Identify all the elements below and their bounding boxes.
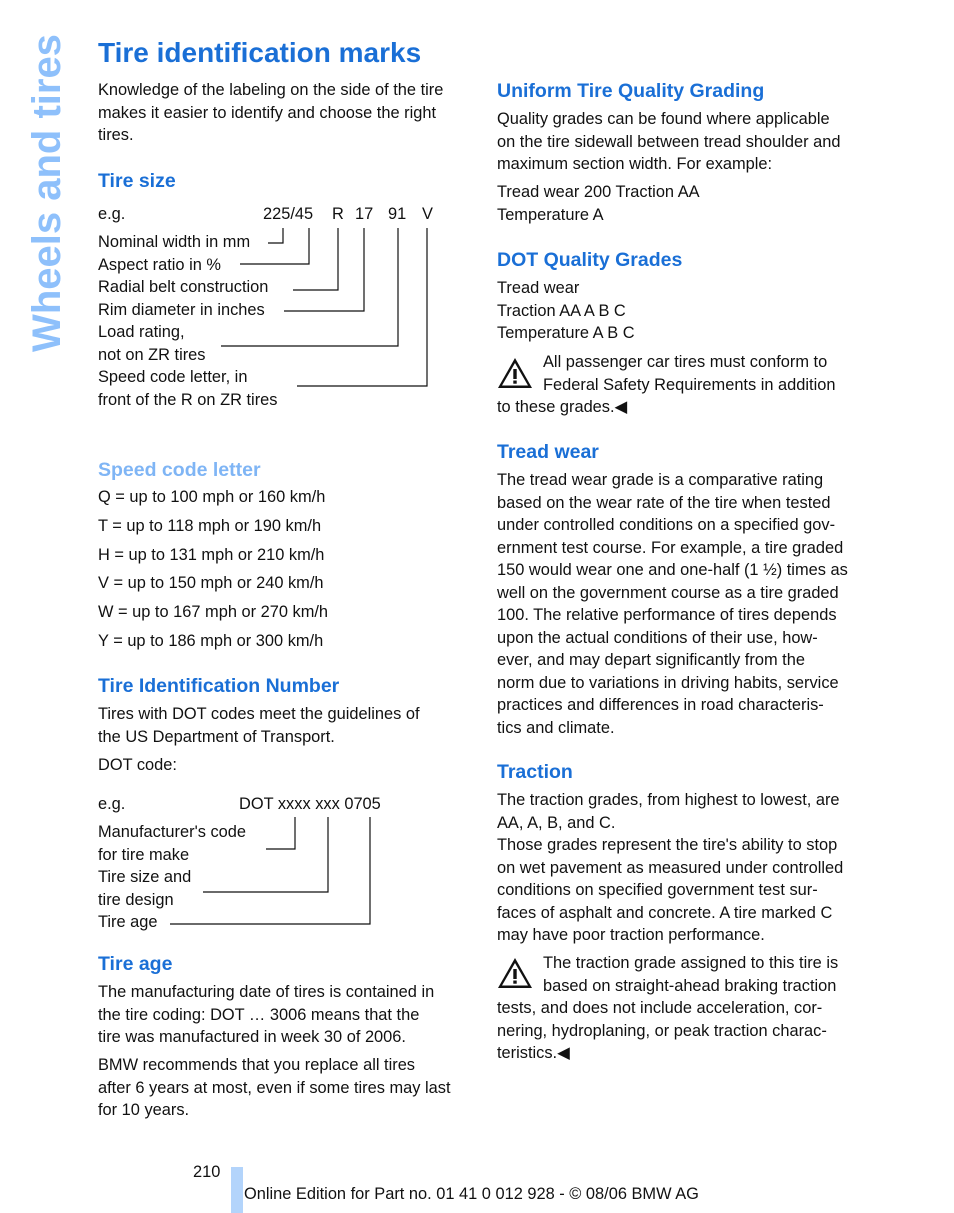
traction-heading: Traction bbox=[497, 761, 573, 783]
text-line: Temperature A bbox=[497, 205, 604, 224]
text-line: practices and differences in road charac… bbox=[497, 696, 824, 714]
text-line: All passenger car tires must conform to bbox=[543, 353, 828, 371]
leader-size-design bbox=[203, 817, 329, 893]
dot-grades-warning: All passenger car tires must conform to … bbox=[543, 351, 835, 396]
warning-icon bbox=[497, 956, 533, 990]
text-line: teristics.◀ bbox=[497, 1044, 570, 1062]
text-line: upon the actual conditions of their use,… bbox=[497, 628, 818, 647]
utqg-heading: Uniform Tire Quality Grading bbox=[497, 80, 765, 102]
traction-paragraph: The traction grades, from highest to low… bbox=[497, 789, 843, 947]
text-line: Tread wear bbox=[497, 279, 580, 297]
leader-nominal-width bbox=[268, 228, 284, 244]
text-line: 100. The relative performance of tires d… bbox=[497, 606, 837, 624]
text-line: based on the wear rate of the tire when … bbox=[497, 493, 831, 512]
text-line: tics and climate. bbox=[497, 718, 615, 737]
footer-accent-bar bbox=[231, 1167, 243, 1213]
text-line: Those grades represent the tire's abilit… bbox=[497, 836, 838, 854]
leader-manufacturer bbox=[266, 817, 296, 850]
text-line: Traction AA A B C bbox=[497, 301, 626, 320]
dot-grades-list: Tread wear Traction AA A B C Temperature… bbox=[497, 277, 635, 345]
text-line: ever, and may depart significantly from … bbox=[497, 651, 805, 669]
text-line: norm due to variations in driving habits… bbox=[497, 673, 839, 692]
text-line: may have poor traction performance. bbox=[497, 926, 765, 944]
text-line: The traction grade assigned to this tire… bbox=[543, 954, 839, 972]
text-line: well on the government course as a tire … bbox=[497, 583, 839, 602]
text-line: tests, and does not include acceleration… bbox=[497, 999, 823, 1017]
text-line: under controlled conditions on a specifi… bbox=[497, 516, 836, 534]
text-line: Federal Safety Requirements in addition bbox=[543, 375, 836, 394]
traction-warning: The traction grade assigned to this tire… bbox=[543, 952, 838, 997]
utqg-paragraph-2: Tread wear 200 Traction AA Temperature A bbox=[497, 181, 700, 226]
page-number: 210 bbox=[193, 1163, 221, 1181]
warning-icon bbox=[497, 356, 533, 390]
text-line: faces of asphalt and concrete. A tire ma… bbox=[497, 903, 833, 922]
dot-grades-heading: DOT Quality Grades bbox=[497, 249, 683, 271]
text-line: 150 would wear one and one-half (1 ½) ti… bbox=[497, 561, 848, 579]
text-line: conditions on specified government test … bbox=[497, 881, 818, 899]
text-line: AA, A, B, and C. bbox=[497, 813, 616, 832]
text-line: maximum section width. For example: bbox=[497, 155, 773, 173]
leader-aspect-ratio bbox=[240, 228, 310, 265]
leader-rim bbox=[284, 228, 365, 312]
text-line: on wet pavement as measured under contro… bbox=[497, 858, 844, 877]
text-line: Tread wear 200 Traction AA bbox=[497, 183, 700, 201]
leader-speed bbox=[297, 228, 428, 387]
leader-radial bbox=[293, 228, 339, 291]
text-line: ernment test course. For example, a tire… bbox=[497, 538, 844, 557]
text-line: The traction grades, from highest to low… bbox=[497, 791, 840, 809]
text-line: Temperature A B C bbox=[497, 324, 635, 342]
text-line: based on straight-ahead braking traction bbox=[543, 976, 837, 995]
tread-wear-paragraph: The tread wear grade is a comparative ra… bbox=[497, 469, 848, 739]
utqg-paragraph-1: Quality grades can be found where applic… bbox=[497, 108, 841, 176]
traction-warning-cont: tests, and does not include acceleration… bbox=[497, 997, 827, 1065]
text-line: on the tire sidewall between tread shoul… bbox=[497, 132, 841, 151]
tread-wear-heading: Tread wear bbox=[497, 441, 599, 463]
leader-tire-age bbox=[170, 817, 371, 925]
text-line: Quality grades can be found where applic… bbox=[497, 110, 830, 128]
text-line: nering, hydroplaning, or peak traction c… bbox=[497, 1021, 827, 1040]
footer-edition-text: Online Edition for Part no. 01 41 0 012 … bbox=[244, 1185, 699, 1203]
text-line: to these grades.◀ bbox=[497, 398, 628, 416]
text-line: The tread wear grade is a comparative ra… bbox=[497, 471, 824, 489]
